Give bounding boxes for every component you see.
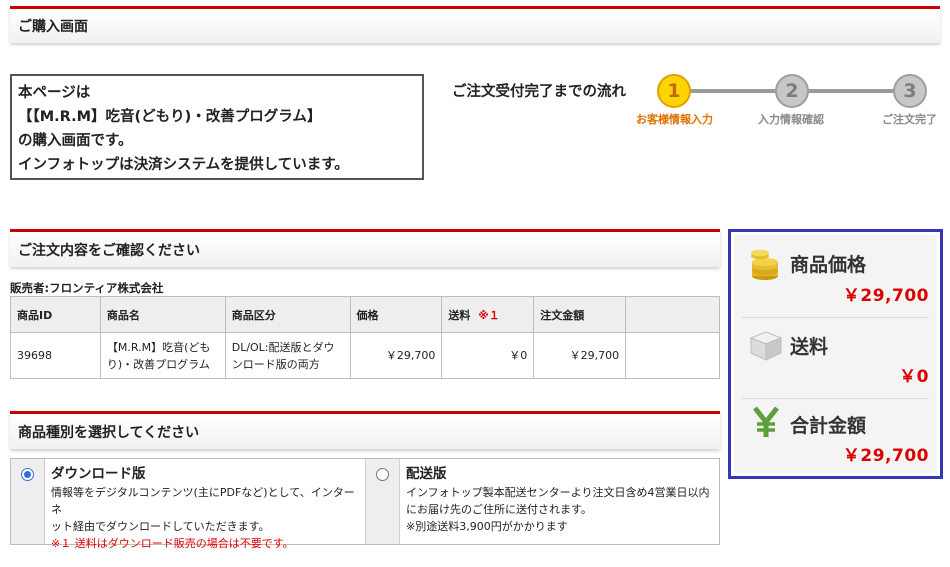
download-desc: ット経由でダウンロードしていただきます。 (51, 520, 270, 533)
order-table: 商品ID 商品名 商品区分 価格 送料 ※１ 注文金額 39698 【M.R.M… (10, 296, 720, 379)
page-title: ご購入画面 (18, 19, 88, 35)
cell-empty (625, 332, 720, 379)
shipping-desc: にお届け先のご住所に送付されます。 (406, 503, 592, 516)
shipping-value: ￥0 (899, 367, 929, 387)
col-header-category: 商品区分 (224, 296, 351, 333)
coins-icon (751, 249, 778, 280)
step-1-circle: 1 (657, 74, 691, 108)
download-option[interactable]: ダウンロード版 情報等をデジタルコンテンツ(主にPDFなど)として、インターネ … (45, 459, 366, 550)
step-2-circle: 2 (775, 74, 809, 108)
flow-title: ご注文受付完了までの流れ (452, 84, 626, 100)
box-icon (749, 331, 783, 361)
download-desc: 情報等をデジタルコンテンツ(主にPDFなど)として、インターネ (51, 486, 355, 516)
cell-total: ￥29,700 (533, 332, 627, 379)
table-row: 39698 【M.R.M】吃音(ども り)・改善プログラム DL/OL:配送版と… (10, 332, 720, 379)
product-price-value: ￥29,700 (842, 286, 929, 306)
col-header-price: 価格 (349, 296, 443, 333)
cell-category: DL/OL:配送版とダウ ンロード版の両方 (224, 332, 351, 379)
intro-line: の購入画面です。 (18, 133, 133, 149)
order-section-header: ご注文内容をご確認ください (10, 229, 720, 267)
intro-box: 本ページは 【【M.R.M】吃音(どもり)・改善プログラム】 の購入画面です。 … (10, 74, 424, 180)
table-header-row: 商品ID 商品名 商品区分 価格 送料 ※１ 注文金額 (10, 296, 720, 333)
shipping-radio[interactable] (376, 468, 389, 481)
cell-price: ￥29,700 (349, 332, 443, 379)
cell-shipping: ￥0 (441, 332, 535, 379)
step-3-label: ご注文完了 (882, 113, 937, 126)
download-radio[interactable] (21, 468, 34, 481)
intro-product-line: 【【M.R.M】吃音(どもり)・改善プログラム】 (18, 109, 322, 125)
type-section-title: 商品種別を選択してください (18, 424, 200, 441)
shipping-label: 送料 (790, 336, 829, 358)
step-3-circle: 3 (893, 74, 927, 108)
shipping-desc: インフォトップ製本配送センターより注文日含め4営業日以内 (406, 486, 710, 499)
intro-line: インフォトップは決済システムを提供しています。 (18, 157, 349, 173)
price-summary: 商品価格 ￥29,700 送料 ￥0 合計金額 ￥29,700 (728, 229, 943, 479)
type-section-header: 商品種別を選択してください (10, 411, 720, 449)
step-1-label: お客様情報入力 (636, 113, 713, 126)
step-2-label: 入力情報確認 (758, 113, 824, 126)
order-section-title: ご注文内容をご確認ください (18, 242, 200, 259)
price-summary-inner: 商品価格 ￥29,700 送料 ￥0 合計金額 ￥29,700 (734, 235, 937, 473)
download-radio-cell[interactable] (11, 459, 45, 544)
yen-icon (753, 406, 779, 437)
shipping-note: ※別途送料3,900円がかかります (406, 520, 568, 533)
step-connector (690, 89, 782, 93)
seller-name: 販売者:フロンティア株式会社 (10, 281, 164, 295)
shipping-note-marker: ※１ (478, 308, 500, 322)
summary-shipping: 送料 ￥0 (734, 318, 937, 398)
total-value: ￥29,700 (842, 446, 929, 466)
page-header: ご購入画面 (10, 6, 940, 43)
shipping-option[interactable]: 配送版 インフォトップ製本配送センターより注文日含め4営業日以内 にお届け先のご… (400, 459, 719, 544)
col-header-total: 注文金額 (533, 296, 627, 333)
cell-id: 39698 (10, 332, 101, 379)
summary-total: 合計金額 ￥29,700 (734, 399, 937, 475)
product-type-options: ダウンロード版 情報等をデジタルコンテンツ(主にPDFなど)として、インターネ … (10, 458, 720, 550)
col-header-shipping: 送料 ※１ (441, 296, 535, 333)
download-title: ダウンロード版 (51, 466, 146, 482)
shipping-radio-cell[interactable] (366, 459, 400, 544)
col-header-name: 商品名 (99, 296, 226, 333)
col-header-id: 商品ID (10, 296, 101, 333)
summary-product-price: 商品価格 ￥29,700 (734, 235, 937, 317)
col-header-empty (625, 296, 720, 333)
product-price-label: 商品価格 (790, 254, 867, 276)
step-connector (808, 89, 900, 93)
cell-name: 【M.R.M】吃音(ども り)・改善プログラム (99, 332, 226, 379)
intro-line: 本ページは (18, 85, 91, 101)
total-label: 合計金額 (790, 415, 867, 437)
download-note: ※１ 送料はダウンロード販売の場合は不要です。 (51, 537, 294, 550)
shipping-title: 配送版 (406, 466, 447, 482)
